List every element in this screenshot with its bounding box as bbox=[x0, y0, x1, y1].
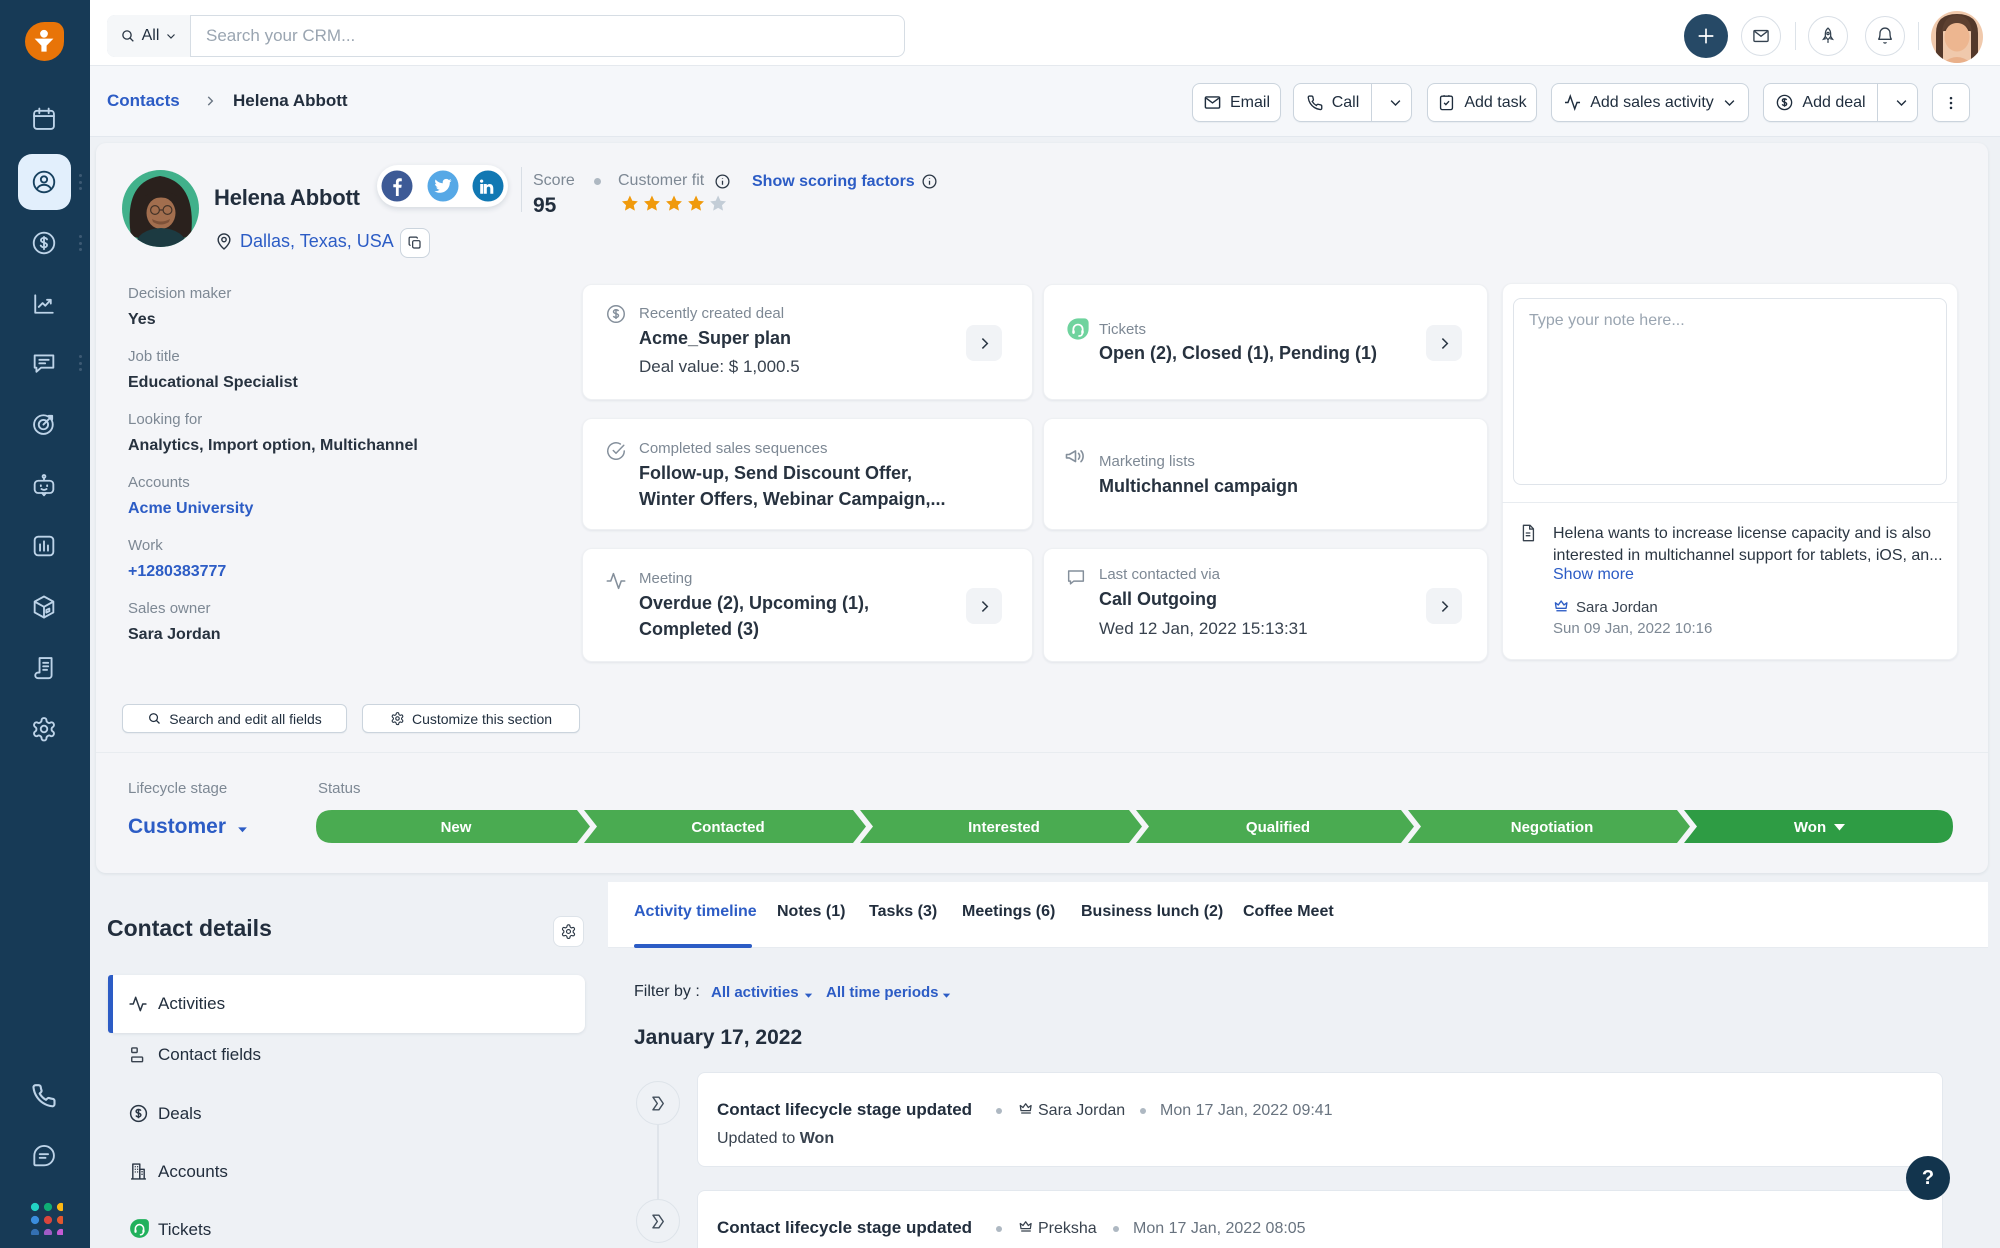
svg-text:Won: Won bbox=[1794, 819, 1826, 836]
svg-text:Contacted: Contacted bbox=[691, 819, 764, 836]
svg-text:New: New bbox=[441, 819, 472, 836]
svg-text:Qualified: Qualified bbox=[1246, 819, 1310, 836]
svg-text:Interested: Interested bbox=[968, 819, 1040, 836]
svg-text:Negotiation: Negotiation bbox=[1511, 819, 1594, 836]
